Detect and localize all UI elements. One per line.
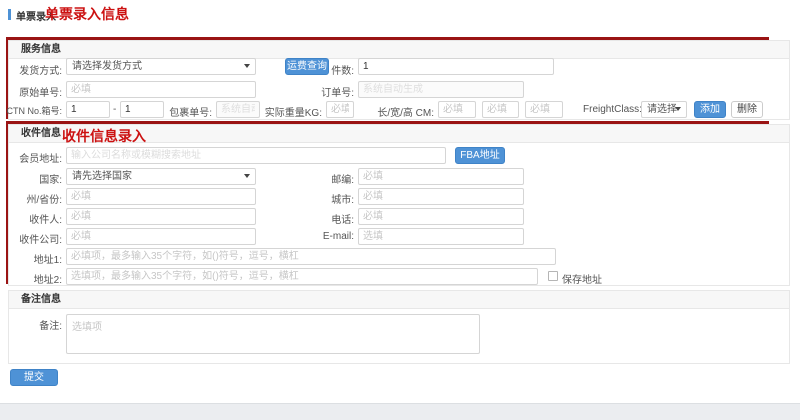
remark-label: 备注:	[6, 317, 62, 332]
ctn-no-end-input[interactable]	[120, 101, 164, 118]
width-input[interactable]	[482, 101, 519, 118]
ctn-no-separator: -	[113, 104, 116, 115]
address2-input[interactable]	[66, 268, 538, 285]
height-input[interactable]	[525, 101, 563, 118]
freight-class-label: FreightClass:	[583, 104, 637, 115]
company-label: 收件公司:	[6, 231, 62, 246]
address1-input[interactable]	[66, 248, 556, 265]
annotation-recipient-title: 收件信息录入	[62, 126, 146, 146]
dimensions-label: 长/宽/高 CM:	[372, 104, 434, 119]
fba-address-button[interactable]: FBA地址	[455, 147, 505, 164]
country-value: 请先选择国家	[72, 171, 132, 182]
email-input[interactable]	[358, 228, 524, 245]
weight-label: 实际重量KG:	[262, 104, 322, 119]
recipient-name-label: 收件人:	[6, 211, 62, 226]
company-input[interactable]	[66, 228, 256, 245]
breadcrumb-accent-bar	[8, 9, 11, 20]
email-label: E-mail:	[300, 231, 354, 242]
add-button[interactable]: 添加	[694, 101, 726, 118]
shipping-method-value: 请选择发货方式	[72, 61, 142, 72]
original-no-label: 原始单号:	[6, 84, 62, 99]
remark-textarea[interactable]	[66, 314, 480, 354]
weight-input[interactable]	[326, 101, 354, 118]
package-no-input[interactable]	[216, 101, 260, 118]
delete-button[interactable]: 删除	[731, 101, 763, 118]
original-no-input[interactable]	[66, 81, 256, 98]
length-input[interactable]	[438, 101, 476, 118]
remark-panel-header: 备注信息	[9, 291, 789, 309]
shipping-method-select[interactable]: 请选择发货方式	[66, 58, 256, 75]
zip-input[interactable]	[358, 168, 524, 185]
freight-class-value: 请选择	[647, 104, 677, 115]
chevron-down-icon	[244, 64, 250, 68]
recipient-name-input[interactable]	[66, 208, 256, 225]
phone-input[interactable]	[358, 208, 524, 225]
chevron-down-icon	[244, 174, 250, 178]
country-label: 国家:	[6, 171, 62, 186]
state-label: 州/省份:	[6, 191, 62, 206]
freight-class-select[interactable]: 请选择	[641, 101, 687, 118]
zip-label: 邮编:	[300, 171, 354, 186]
state-input[interactable]	[66, 188, 256, 205]
footer-bar	[0, 403, 800, 420]
pieces-label: 件数:	[300, 62, 354, 77]
order-no-label: 订单号:	[300, 84, 354, 99]
service-panel-header: 服务信息	[9, 41, 789, 59]
address1-label: 地址1:	[6, 251, 62, 266]
member-address-label: 会员地址:	[6, 150, 62, 165]
country-select[interactable]: 请先选择国家	[66, 168, 256, 185]
save-address-checkbox[interactable]	[548, 271, 558, 281]
city-input[interactable]	[358, 188, 524, 205]
chevron-down-icon	[675, 107, 681, 111]
ctn-no-start-input[interactable]	[66, 101, 110, 118]
submit-button[interactable]: 提交	[10, 369, 58, 386]
ctn-no-label: CTN No.箱号:	[0, 104, 62, 117]
phone-label: 电话:	[300, 211, 354, 226]
member-address-input[interactable]	[66, 147, 446, 164]
package-no-label: 包裹单号:	[166, 104, 212, 119]
annotation-page-title: 单票录入信息	[45, 4, 129, 24]
shipping-method-label: 发货方式:	[6, 62, 62, 77]
order-no-input[interactable]	[358, 81, 524, 98]
pieces-input[interactable]	[358, 58, 554, 75]
save-address-label: 保存地址	[562, 271, 602, 286]
address2-label: 地址2:	[6, 271, 62, 286]
city-label: 城市:	[300, 191, 354, 206]
